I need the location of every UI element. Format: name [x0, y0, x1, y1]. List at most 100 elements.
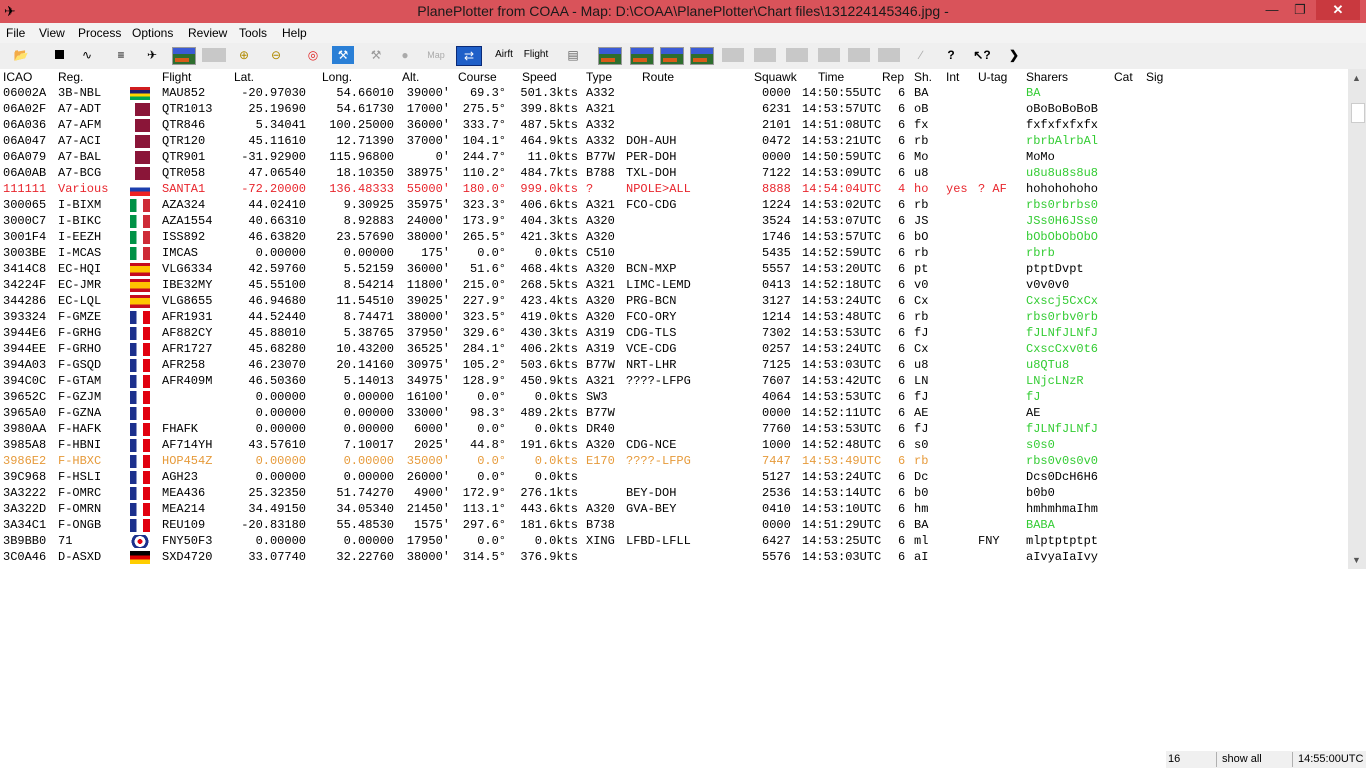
- column-header[interactable]: Speed: [522, 70, 557, 84]
- table-row[interactable]: 06A0AB A7-BCG QTR058 47.06540 18.10350 38975'…: [0, 165, 1348, 181]
- map-2-icon[interactable]: [630, 47, 654, 65]
- table-row[interactable]: 111111 Various SANTA1 -72.20000 136.48333 550…: [0, 181, 1348, 197]
- table-row[interactable]: 3C0A46 D-ASXD SXD4720 33.07740 32.22760 38000…: [0, 549, 1348, 565]
- column-header[interactable]: Lat.: [234, 70, 254, 84]
- airframe-button[interactable]: Airft: [490, 46, 518, 64]
- table-row[interactable]: 06002A 3B-NBL MAU852 -20.97030 54.66010 39000…: [0, 85, 1348, 101]
- map-9-icon[interactable]: [848, 48, 870, 62]
- map-icon[interactable]: [172, 47, 196, 65]
- flight-button[interactable]: Flight: [522, 46, 550, 64]
- table-row[interactable]: 39C968 F-HSLI AGH23 0.00000 0.00000 26000' 0.0…: [0, 469, 1348, 485]
- menu-process[interactable]: Process: [78, 26, 121, 40]
- column-header[interactable]: Sig: [1146, 70, 1163, 84]
- table-row[interactable]: 3944E6 F-GRHG AF882CY 45.88010 5.38765 37950'…: [0, 325, 1348, 341]
- scrollbar-thumb[interactable]: [1351, 103, 1365, 123]
- table-row[interactable]: 34224F EC-JMR IBE32MY 45.55100 8.54214 11800'…: [0, 277, 1348, 293]
- table-row[interactable]: 3965A0 F-GZNA 0.00000 0.00000 33000' 98.3° 489…: [0, 405, 1348, 421]
- table-row[interactable]: 3A3222 F-OMRC MEA436 25.32350 51.74270 4900' 1…: [0, 485, 1348, 501]
- menu-file[interactable]: File: [6, 26, 25, 40]
- column-header[interactable]: Long.: [322, 70, 352, 84]
- table-row[interactable]: 3001F4 I-EEZH ISS892 46.63820 23.57690 38000'…: [0, 229, 1348, 245]
- column-header[interactable]: Sharers: [1026, 70, 1068, 84]
- chevron-right-icon[interactable]: ❯: [1006, 46, 1022, 64]
- blank-button-icon[interactable]: [202, 48, 226, 62]
- menu-options[interactable]: Options: [132, 26, 173, 40]
- scroll-down-icon[interactable]: ▼: [1352, 555, 1361, 565]
- column-header[interactable]: Course: [458, 70, 497, 84]
- sharers-cell: rbs0rbrbs0: [1026, 198, 1099, 212]
- swap-icon[interactable]: ⇄: [456, 46, 482, 66]
- map-1-icon[interactable]: [598, 47, 622, 65]
- sh-cell: fx: [914, 118, 929, 132]
- maximize-button[interactable]: ❐: [1286, 0, 1314, 20]
- scroll-up-icon[interactable]: ▲: [1352, 73, 1361, 83]
- column-header[interactable]: Time: [818, 70, 844, 84]
- column-header[interactable]: ICAO: [3, 70, 32, 84]
- column-header[interactable]: Sh.: [914, 70, 932, 84]
- radio-icon[interactable]: ▤: [562, 46, 584, 64]
- table-row[interactable]: 3B9BB0 71 FNY50F3 0.00000 0.00000 17950' 0.0° 0…: [0, 533, 1348, 549]
- align-left-icon[interactable]: ≡: [112, 46, 130, 64]
- menu-help[interactable]: Help: [282, 26, 307, 40]
- table-row[interactable]: 3000C7 I-BIKC AZA1554 40.66310 8.92883 24000'…: [0, 213, 1348, 229]
- plane-icon[interactable]: ✈: [143, 46, 161, 64]
- table-row[interactable]: 3A322D F-OMRN MEA214 34.49150 34.05340 21450'…: [0, 501, 1348, 517]
- zoom-out-icon[interactable]: ⊖: [268, 46, 284, 64]
- table-row[interactable]: 3003BE I-MCAS IMCAS 0.00000 0.00000 175' 0.0° 0…: [0, 245, 1348, 261]
- longitude-cell: 5.14013: [343, 374, 394, 388]
- map-6-icon[interactable]: [754, 48, 776, 62]
- stop-icon[interactable]: [52, 46, 66, 64]
- map-label-button[interactable]: Map: [424, 46, 448, 64]
- table-row[interactable]: 394C0C F-GTAM AFR409M 46.50360 5.14013 34975'…: [0, 373, 1348, 389]
- dot-icon[interactable]: ●: [398, 46, 412, 64]
- zoom-in-icon[interactable]: ⊕: [236, 46, 252, 64]
- column-header[interactable]: Cat: [1114, 70, 1133, 84]
- column-header[interactable]: Reg.: [58, 70, 83, 84]
- table-row[interactable]: 3985A8 F-HBNI AF714YH 43.57610 7.10017 2025' 4…: [0, 437, 1348, 453]
- waveform-icon[interactable]: ∿: [75, 46, 99, 64]
- menu-review[interactable]: Review: [188, 26, 227, 40]
- target-icon[interactable]: ◎: [304, 46, 322, 64]
- map-5-icon[interactable]: [722, 48, 744, 62]
- draw-line-icon[interactable]: ∕: [910, 46, 932, 64]
- column-header[interactable]: Squawk: [754, 70, 797, 84]
- map-4-icon[interactable]: [690, 47, 714, 65]
- context-help-icon[interactable]: ↖?: [972, 46, 992, 64]
- column-header[interactable]: Type: [586, 70, 612, 84]
- table-row[interactable]: 3980AA F-HAFK FHAFK 0.00000 0.00000 6000' 0.0°…: [0, 421, 1348, 437]
- table-row[interactable]: 3A34C1 F-ONGB REU109 -20.83180 55.48530 1575'…: [0, 517, 1348, 533]
- map-3-icon[interactable]: [660, 47, 684, 65]
- menu-view[interactable]: View: [39, 26, 65, 40]
- wrench-icon[interactable]: ⚒: [332, 46, 354, 64]
- column-header[interactable]: Alt.: [402, 70, 419, 84]
- close-button[interactable]: ✕: [1316, 0, 1360, 20]
- table-row[interactable]: 39652C F-GZJM 0.00000 0.00000 16100' 0.0° 0.0k…: [0, 389, 1348, 405]
- course-cell: 0.0°: [477, 454, 506, 468]
- table-row[interactable]: 3986E2 F-HBXC HOP454Z 0.00000 0.00000 35000' 0…: [0, 453, 1348, 469]
- table-row[interactable]: 394A03 F-GSQD AFR258 46.23070 20.14160 30975'…: [0, 357, 1348, 373]
- table-row[interactable]: 344286 EC-LQL VLG8655 46.94680 11.54510 39025…: [0, 293, 1348, 309]
- vertical-scrollbar[interactable]: ▲ ▼: [1348, 69, 1366, 569]
- table-row[interactable]: 06A079 A7-BAL QTR901 -31.92900 115.96800 0' 24…: [0, 149, 1348, 165]
- help-icon[interactable]: ?: [942, 46, 960, 64]
- table-row[interactable]: 3944EE F-GRHO AFR1727 45.68280 10.43200 36525…: [0, 341, 1348, 357]
- column-header[interactable]: Int: [946, 70, 959, 84]
- latitude-cell: -72.20000: [241, 182, 306, 196]
- column-header[interactable]: Route: [642, 70, 674, 84]
- tools-icon[interactable]: ⚒: [366, 46, 386, 64]
- table-row[interactable]: 06A036 A7-AFM QTR846 5.34041 100.25000 36000'…: [0, 117, 1348, 133]
- map-8-icon[interactable]: [818, 48, 840, 62]
- column-header[interactable]: Rep: [882, 70, 904, 84]
- column-header[interactable]: U-tag: [978, 70, 1007, 84]
- menu-tools[interactable]: Tools: [239, 26, 267, 40]
- table-row[interactable]: 3414C8 EC-HQI VLG6334 42.59760 5.52159 36000'…: [0, 261, 1348, 277]
- map-10-icon[interactable]: [878, 48, 900, 62]
- table-row[interactable]: 06A047 A7-ACI QTR120 45.11610 12.71390 37000'…: [0, 133, 1348, 149]
- column-header[interactable]: Flight: [162, 70, 191, 84]
- table-row[interactable]: 393324 F-GMZE AFR1931 44.52440 8.74471 38000'…: [0, 309, 1348, 325]
- minimize-button[interactable]: —: [1258, 0, 1286, 20]
- open-folder-icon[interactable]: 📂: [12, 46, 30, 64]
- map-7-icon[interactable]: [786, 48, 808, 62]
- table-row[interactable]: 300065 I-BIXM AZA324 44.02410 9.30925 35975' 3…: [0, 197, 1348, 213]
- table-row[interactable]: 06A02F A7-ADT QTR1013 25.19690 54.61730 17000…: [0, 101, 1348, 117]
